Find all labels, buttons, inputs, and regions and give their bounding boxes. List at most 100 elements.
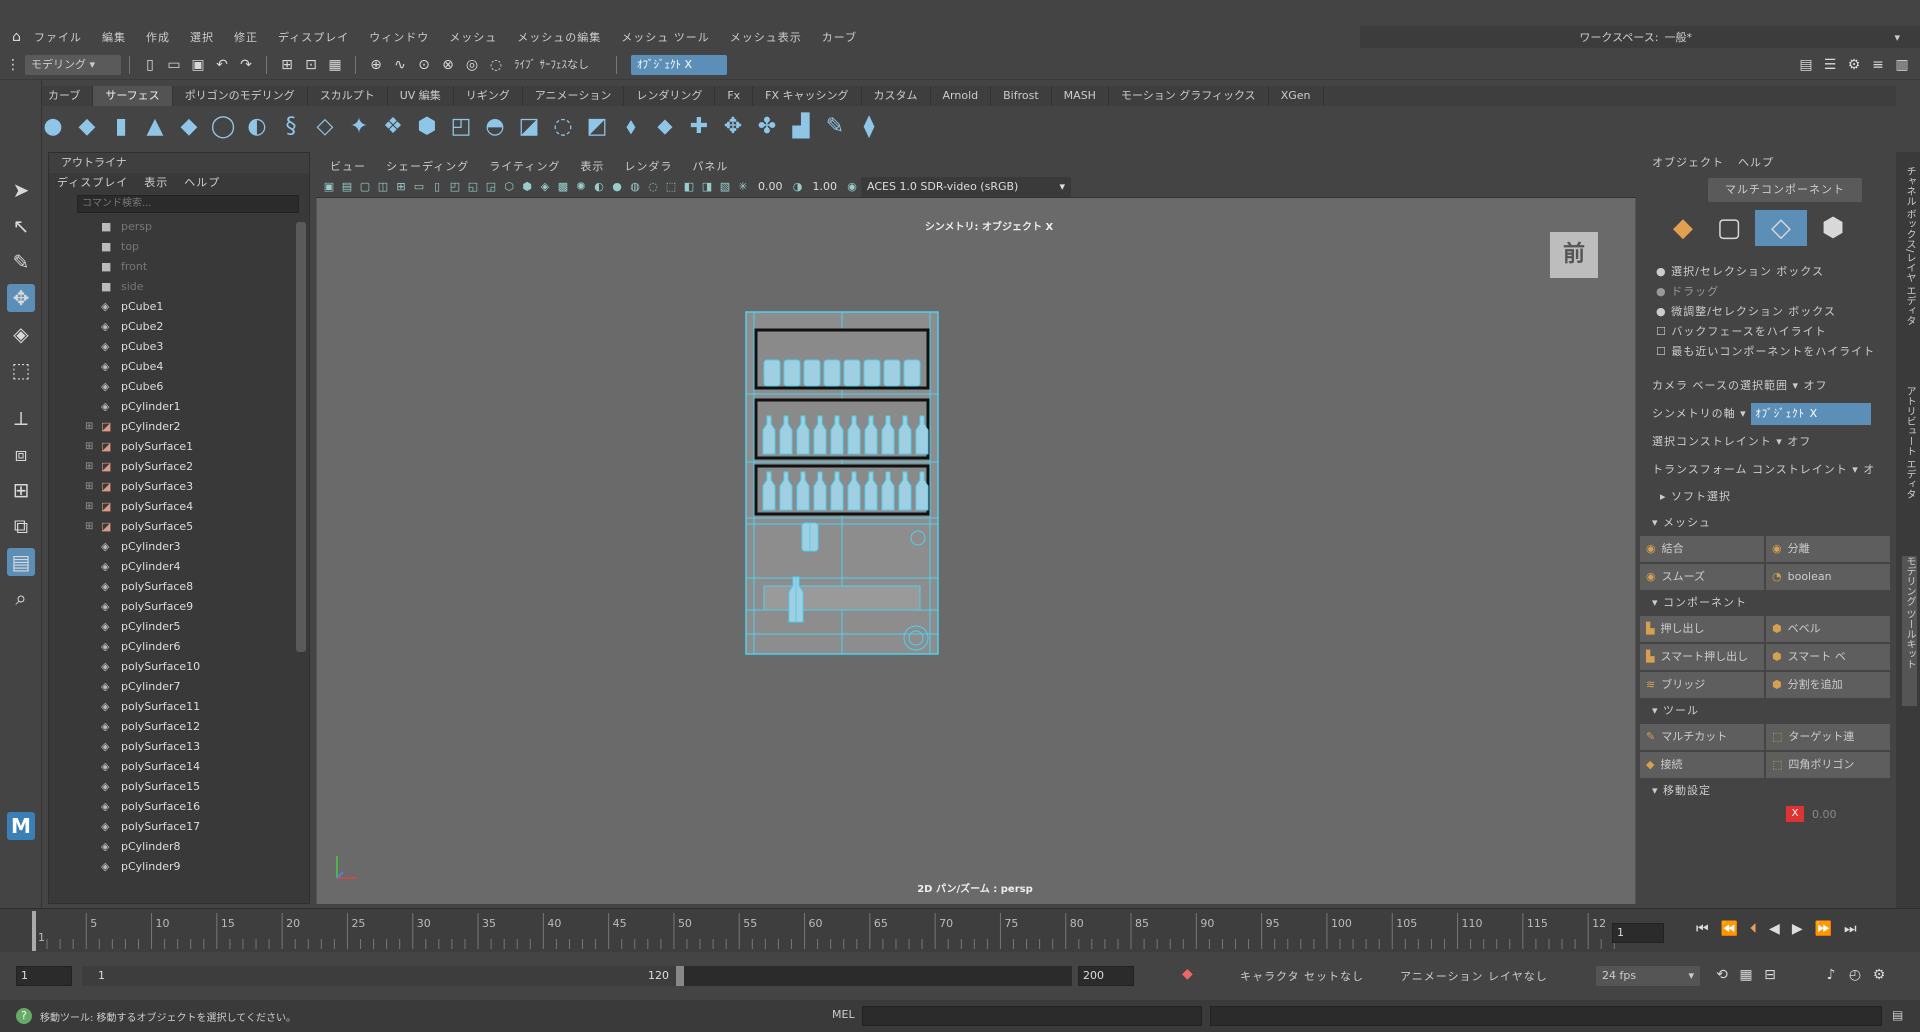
component-section[interactable]: ▾ コンポーネント — [1640, 592, 1892, 614]
untrim-icon[interactable]: ✤ — [752, 112, 782, 142]
fps-dropdown[interactable]: 24 fps ▾ — [1596, 966, 1700, 986]
outliner-title[interactable]: アウトライナ — [49, 153, 309, 173]
snap-curve-icon[interactable]: ∿ — [391, 56, 409, 74]
outliner-item[interactable]: ◈ pCylinder6 — [49, 637, 309, 657]
exposure-icon[interactable]: ✳ — [736, 180, 750, 194]
script-editor-icon[interactable]: ▤ — [1892, 1008, 1903, 1022]
auto-key-icon[interactable]: ◆ — [1182, 966, 1193, 982]
shelf-tab[interactable]: Arnold — [931, 86, 992, 106]
outliner-item[interactable]: ■ persp — [49, 217, 309, 237]
tab-attribute-editor[interactable]: アトリビュート エディタ — [1902, 386, 1917, 526]
shelf-tab[interactable]: MASH — [1052, 86, 1109, 106]
outliner-item[interactable]: ◈ polySurface14 — [49, 757, 309, 777]
outliner-item[interactable]: ◈ polySurface12 — [49, 717, 309, 737]
view-cube-front[interactable]: 前 — [1550, 232, 1598, 278]
outliner-item[interactable]: ◈ polySurface8 — [49, 577, 309, 597]
shelf-tab[interactable]: スカルプト — [308, 86, 388, 106]
outliner-item[interactable]: ◈ polySurface16 — [49, 797, 309, 817]
select-component-icon[interactable]: ▦ — [326, 56, 344, 74]
time-slider[interactable]: 1 5 10 15 20 25 30 35 40 45 50 55 60 65 70 75 80 85 90 95 10… — [0, 908, 1920, 952]
snap-live-icon[interactable]: ◌ — [487, 56, 505, 74]
xray-joints-icon[interactable]: ◨ — [700, 180, 714, 194]
x-axis-badge[interactable]: X — [1786, 806, 1804, 822]
sound-icon[interactable]: ♪ — [1822, 966, 1840, 984]
select-object-icon[interactable]: ⊡ — [302, 56, 320, 74]
single-view-icon[interactable]: ⧈ — [7, 440, 35, 468]
sphere-icon[interactable]: ● — [38, 112, 68, 142]
current-frame-field[interactable]: 1 — [1612, 923, 1664, 943]
textured-icon[interactable]: ▩ — [556, 180, 570, 194]
wireframe-icon[interactable]: ⬡ — [502, 180, 516, 194]
project-curve-icon[interactable]: ✚ — [684, 112, 714, 142]
tool-section[interactable]: ▾ ツール — [1640, 700, 1892, 722]
menu-window[interactable]: ウィンドウ — [369, 29, 429, 45]
tool-settings-icon[interactable]: ⚙ — [1845, 56, 1863, 74]
vp-menu-renderer[interactable]: レンダラ — [624, 158, 672, 174]
outliner-item[interactable]: ◈ pCylinder9 — [49, 857, 309, 877]
menu-edit-mesh[interactable]: メッシュの編集 — [517, 29, 601, 45]
menu-curves[interactable]: カーブ — [822, 29, 857, 45]
vertex-mode-icon[interactable]: ▢ — [1709, 210, 1749, 246]
planar-icon[interactable]: ◇ — [310, 112, 340, 142]
undo-icon[interactable]: ↶ — [213, 56, 231, 74]
channel-box-icon[interactable]: ≡ — [1869, 56, 1887, 74]
outliner-scrollbar[interactable] — [296, 222, 306, 652]
expand-icon[interactable]: ⊞ — [85, 437, 97, 457]
shelf-tab[interactable]: Fx — [715, 86, 754, 106]
trim-icon[interactable]: ✥ — [718, 112, 748, 142]
ambient-occlusion-icon[interactable]: ● — [610, 180, 624, 194]
cache-icon[interactable]: ▦ — [1737, 966, 1755, 984]
option-drag[interactable]: ● ドラッグ — [1656, 282, 1892, 302]
square-surface-icon[interactable]: ◰ — [446, 112, 476, 142]
start-frame-field[interactable]: 1 — [16, 966, 72, 986]
add-divisions-button[interactable]: ⬢ 分割を追加 — [1766, 672, 1890, 698]
face-mode-icon[interactable]: ◇ — [1755, 210, 1807, 246]
workspace-dropdown[interactable]: 一般* — [1664, 29, 1894, 45]
step-back-key-icon[interactable]: ⏪ — [1721, 921, 1738, 937]
torus-icon[interactable]: ◯ — [208, 112, 238, 142]
four-view-icon[interactable]: ⊞ — [7, 476, 35, 504]
multi-cut-button[interactable]: ✎ マルチカット — [1640, 724, 1764, 750]
select-tool-icon[interactable]: ➤ — [7, 176, 35, 204]
camera-attr-icon[interactable]: ▤ — [340, 180, 354, 194]
snap-view-icon[interactable]: ⊗ — [439, 56, 457, 74]
anim-prefs-icon[interactable]: ◴ — [1846, 966, 1864, 984]
scale-tool-icon[interactable]: ⬚ — [7, 356, 35, 384]
object-mode-icon[interactable]: ◆ — [1663, 210, 1703, 246]
live-surface-field[interactable]: ﾗｲﾌﾞ ｻｰﾌｪｽなし — [508, 54, 608, 75]
select-constraint-row[interactable]: 選択コンストレイント ▾ オフ — [1652, 428, 1892, 456]
cylinder-icon[interactable]: ▮ — [106, 112, 136, 142]
plane-icon[interactable]: ◆ — [174, 112, 204, 142]
field-chart-icon[interactable]: ◱ — [466, 180, 480, 194]
menu-mesh-display[interactable]: メッシュ表示 — [730, 29, 802, 45]
vp-menu-lighting[interactable]: ライティング — [489, 158, 560, 174]
smooth-shade-icon[interactable]: ⬢ — [520, 180, 534, 194]
command-line-input[interactable] — [862, 1006, 1202, 1026]
smooth-button[interactable]: ◉ スムーズ — [1640, 564, 1764, 590]
loose-can-wireframe[interactable] — [799, 520, 823, 556]
maya-logo-icon[interactable]: M — [7, 812, 35, 840]
menu-display[interactable]: ディスプレイ — [278, 29, 349, 45]
exposure-value[interactable]: 0.00 — [758, 180, 783, 193]
bookmark-range-icon[interactable]: ⊟ — [1761, 966, 1779, 984]
transform-constraint-row[interactable]: トランスフォーム コンストレイント ▾ オ — [1652, 456, 1892, 484]
outliner-item[interactable]: ◈ pCylinder3 — [49, 537, 309, 557]
detach-icon[interactable]: ◌ — [548, 112, 578, 142]
outliner-item[interactable]: ◈ pCylinder8 — [49, 837, 309, 857]
open-scene-icon[interactable]: ▭ — [165, 56, 183, 74]
intersect-icon[interactable]: ⬥ — [650, 112, 680, 142]
menu-edit[interactable]: 編集 — [102, 29, 126, 45]
shelf-tab[interactable]: モーション グラフィックス — [1109, 86, 1269, 106]
outliner-item[interactable]: ◈ pCube1 — [49, 297, 309, 317]
outliner-item[interactable]: ◈ pCylinder7 — [49, 677, 309, 697]
snap-surface-icon[interactable]: ◎ — [463, 56, 481, 74]
option-tweak-select[interactable]: ● 微調整/セレクション ボックス — [1656, 302, 1892, 322]
shelf-tab[interactable]: ポリゴンのモデリング — [173, 86, 308, 106]
attach-icon[interactable]: ◪ — [514, 112, 544, 142]
vp-menu-shading[interactable]: シェーディング — [386, 158, 469, 174]
outliner-item[interactable]: ◈ pCube3 — [49, 337, 309, 357]
character-set-dropdown[interactable]: キャラクタ セットなし — [1240, 968, 1364, 984]
shelf-tab[interactable]: カスタム — [862, 86, 931, 106]
select-camera-icon[interactable]: ▣ — [322, 180, 336, 194]
lights-icon[interactable]: ✺ — [574, 180, 588, 194]
